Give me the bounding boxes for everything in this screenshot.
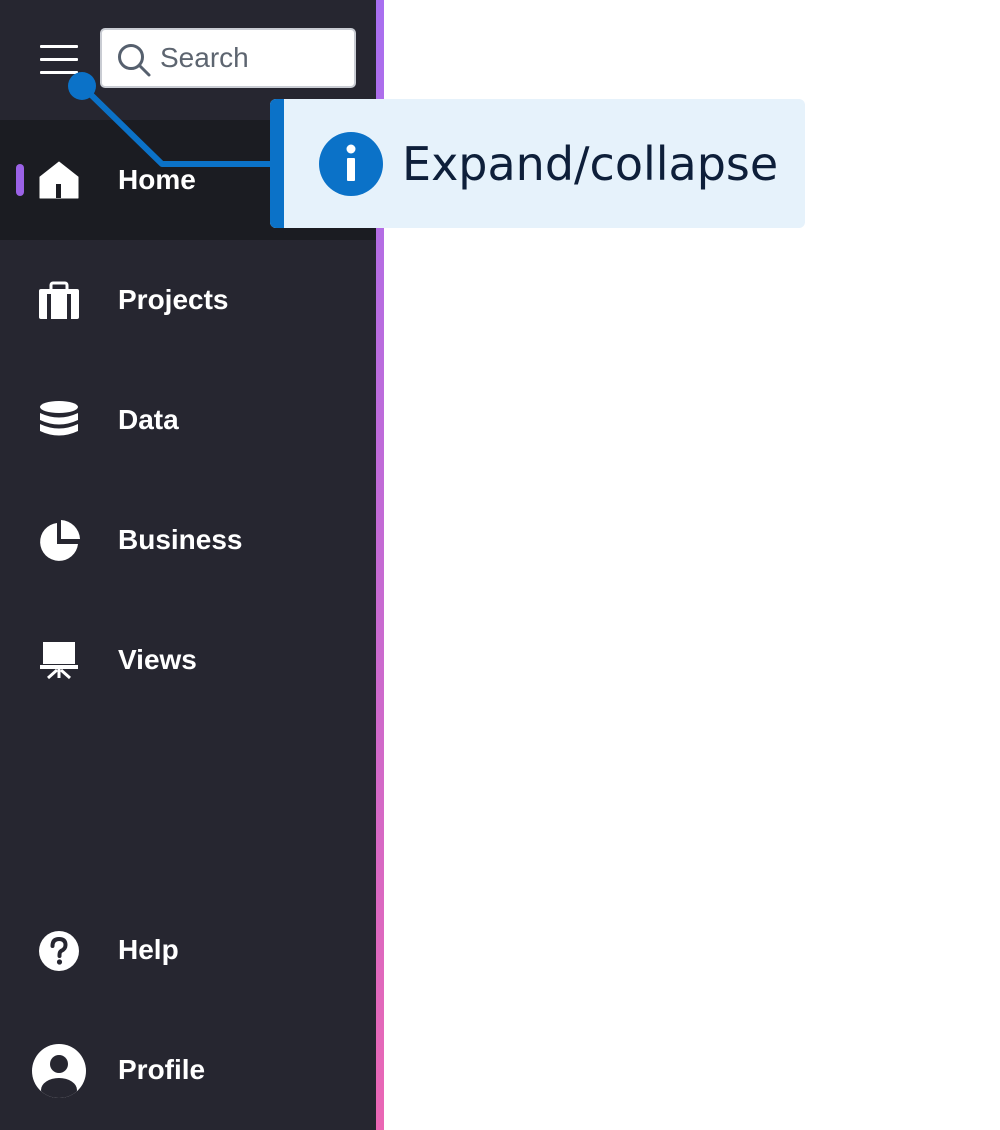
help-icon	[39, 931, 79, 971]
search-icon	[118, 44, 151, 77]
nav-item-projects[interactable]: Projects	[0, 240, 376, 360]
nav-item-label: Data	[118, 404, 179, 435]
tooltip-text: Expand/collapse	[402, 137, 779, 191]
nav-item-label: Home	[118, 164, 196, 195]
hamburger-line	[40, 45, 78, 48]
nav-item-label: Business	[118, 524, 243, 555]
pie-chart-icon	[40, 520, 80, 561]
menu-toggle-button[interactable]	[34, 38, 84, 82]
nav-item-label: Profile	[118, 1054, 206, 1085]
nav-item-business[interactable]: Business	[0, 480, 376, 600]
tooltip-accent	[270, 99, 284, 228]
database-icon	[40, 401, 78, 436]
active-indicator	[16, 164, 24, 196]
nav-item-label: Projects	[118, 284, 229, 315]
nav-item-label: Views	[118, 644, 197, 675]
search-input[interactable]	[160, 38, 350, 78]
info-icon	[319, 132, 383, 196]
presentation-icon	[40, 642, 78, 680]
nav-item-help[interactable]: Help	[0, 890, 376, 1010]
nav-item-label: Help	[118, 934, 179, 965]
hamburger-line	[40, 58, 78, 61]
search-box[interactable]	[100, 28, 356, 88]
nav-item-profile[interactable]: Profile	[0, 1010, 376, 1130]
profile-icon	[32, 1044, 86, 1098]
hamburger-line	[40, 71, 78, 74]
tooltip: Expand/collapse	[270, 99, 805, 228]
home-icon	[39, 161, 79, 199]
nav-item-data[interactable]: Data	[0, 360, 376, 480]
briefcase-icon	[39, 281, 79, 319]
nav-item-views[interactable]: Views	[0, 600, 376, 720]
